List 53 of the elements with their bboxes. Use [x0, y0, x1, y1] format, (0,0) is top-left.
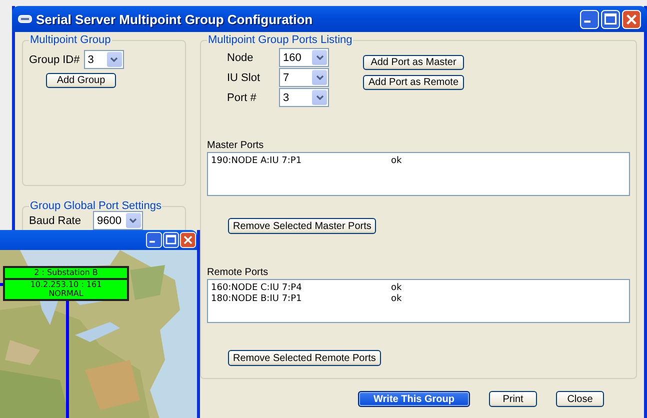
field-label: Group ID# — [29, 54, 80, 66]
dialog-button[interactable]: Print — [489, 391, 537, 407]
chevron-icon — [110, 57, 118, 62]
maximize-button[interactable] — [163, 232, 179, 248]
port-name: 160:NODE C:IU 7:P4 — [211, 282, 303, 292]
dropdown-button[interactable] — [312, 70, 327, 85]
port-list[interactable]: 160:NODE C:IU 7:P4 ok 180:NODE B:IU 7:P1 ok — [207, 279, 630, 323]
add-group-button[interactable]: Add Group — [46, 73, 116, 88]
dropdown-button[interactable] — [106, 52, 122, 67]
group-id-dropdown[interactable]: 3 — [84, 50, 124, 69]
port-status: ok — [391, 156, 402, 166]
minimize-button[interactable] — [580, 10, 599, 28]
dialog-button[interactable]: Write This Group — [358, 391, 470, 407]
window-title: Serial Server Multipoint Group Configuration — [36, 12, 314, 26]
app-icon — [18, 15, 32, 23]
port-name: 190:NODE A:IU 7:P1 — [211, 156, 303, 166]
chevron-icon — [129, 218, 138, 223]
port-dropdown[interactable]: 7 — [279, 68, 329, 87]
dialog-button[interactable]: Close — [556, 391, 604, 407]
remove-ports-button[interactable]: Remove Selected Remote Ports — [228, 350, 381, 366]
field-label: IU Slot — [227, 72, 262, 84]
port-dropdown[interactable]: 160 — [279, 48, 329, 67]
dropdown-button[interactable] — [126, 213, 141, 228]
field-label: Baud Rate — [29, 214, 81, 226]
chevron-icon — [316, 95, 324, 100]
minimize-button[interactable] — [146, 232, 162, 248]
node-name: 2 : Substation B — [5, 268, 127, 280]
group-title: Multipoint Group — [29, 34, 112, 46]
port-status: ok — [391, 294, 402, 304]
list-label: Master Ports — [207, 140, 265, 151]
port-name: 180:NODE B:IU 7:P1 — [211, 294, 303, 304]
group-title: Multipoint Group Ports Listing — [207, 34, 354, 46]
add-port-button[interactable]: Add Port as Master — [363, 55, 464, 70]
field-label: Node — [227, 52, 254, 64]
port-dropdown[interactable]: 3 — [279, 88, 329, 107]
close-button[interactable] — [180, 232, 196, 248]
group-title: Group Global Port Settings — [29, 200, 162, 212]
port-status: ok — [391, 282, 402, 292]
maximize-button[interactable] — [601, 10, 620, 28]
dropdown-button[interactable] — [312, 50, 327, 65]
node-status: NORMAL — [48, 289, 84, 298]
node-box[interactable]: 2 : Substation B 10.2.253.10 : 161 NORMAL — [3, 266, 129, 301]
add-port-button[interactable]: Add Port as Remote — [363, 75, 464, 90]
list-label: Remote Ports — [207, 267, 270, 278]
field-label: Port # — [227, 92, 258, 104]
remove-ports-button[interactable]: Remove Selected Master Ports — [228, 218, 376, 234]
dropdown-button[interactable] — [312, 90, 327, 105]
chevron-icon — [316, 55, 324, 60]
close-button[interactable] — [622, 10, 641, 28]
port-list[interactable]: 190:NODE A:IU 7:P1 ok — [207, 152, 630, 196]
chevron-icon — [316, 75, 324, 80]
baud-rate-dropdown[interactable]: 9600 — [92, 211, 143, 230]
node-address: 10.2.253.10 : 161 — [29, 280, 103, 289]
